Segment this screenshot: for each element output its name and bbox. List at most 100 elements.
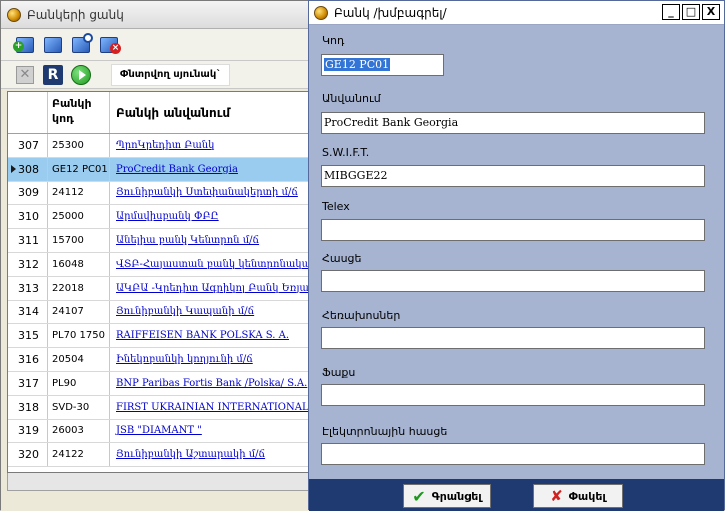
add-bank-button[interactable]: + bbox=[13, 33, 37, 57]
phones-label: Հեռախոսներ bbox=[322, 309, 401, 322]
bank-code-cell: 15700 bbox=[48, 229, 110, 252]
table-row[interactable]: 317 PL90 BNP Paribas Fortis Bank /Polska/ … bbox=[8, 371, 310, 396]
table-row[interactable]: 308 GE12 PC01 ProCredit Bank Georgia bbox=[8, 157, 310, 182]
bank-list-window: Բանկերի ցանկ + × ✕ R Փնտրվող սյունակ` Բա… bbox=[0, 0, 311, 511]
bank-name-link[interactable]: ProCredit Bank Georgia bbox=[110, 158, 310, 181]
code-field[interactable]: GE12 PC01 bbox=[321, 54, 444, 76]
row-id-cell: 307 bbox=[8, 134, 48, 157]
row-id-cell: 317 bbox=[8, 371, 48, 395]
bank-name-link[interactable]: ՊրոԿրեդիտ Բանկ bbox=[110, 134, 310, 157]
fax-field[interactable] bbox=[321, 384, 705, 406]
refresh-button[interactable]: R bbox=[41, 63, 65, 87]
bank-name-link[interactable]: Անելիա բանկ Կենտրոն մ/ճ bbox=[110, 229, 310, 252]
bank-list-title: Բանկերի ցանկ bbox=[27, 7, 124, 22]
bank-name-link[interactable]: ՎՏԲ-Հայաստան բանկ կենտրոնական bbox=[110, 253, 310, 276]
address-field[interactable] bbox=[321, 270, 705, 292]
bank-name-link[interactable]: FIRST UKRAINIAN INTERNATIONAL B bbox=[110, 396, 310, 419]
table-row[interactable]: 319 26003 JSB "DIAMANT " bbox=[8, 419, 310, 444]
table-row[interactable]: 313 22018 ԱԿԲԱ -Կրեդիտ Ագրիկոլ Բանկ Եռյա bbox=[8, 276, 310, 301]
bank-name-link[interactable]: Յունիբանկի Կապանի մ/ճ bbox=[110, 301, 310, 324]
row-id-cell: 309 bbox=[8, 181, 48, 205]
row-id-cell: 313 bbox=[8, 276, 48, 300]
bank-name-link[interactable]: JSB "DIAMANT " bbox=[110, 420, 310, 443]
bank-code-cell: 25300 bbox=[48, 134, 110, 157]
clear-filter-button[interactable]: ✕ bbox=[13, 63, 37, 87]
row-id-cell: 315 bbox=[8, 324, 48, 348]
bank-name-link[interactable]: Ինեկոբանկի կողյունի մ/ճ bbox=[110, 348, 310, 371]
delete-bank-button[interactable]: × bbox=[97, 33, 121, 57]
grid-header: Բանկի կոդ Բանկի անվանում bbox=[8, 92, 310, 134]
table-row[interactable]: 310 25000 Արմսվիսբանկ ՓԲԸ bbox=[8, 205, 310, 230]
bank-name-link[interactable]: BNP Paribas Fortis Bank /Polska/ S.A. bbox=[110, 372, 310, 395]
bank-name-link[interactable]: Յունիբանկի Աշտարակի մ/ճ bbox=[110, 443, 310, 466]
table-row[interactable]: 312 16048 ՎՏԲ-Հայաստան բանկ կենտրոնական bbox=[8, 252, 310, 277]
delete-x-icon: × bbox=[110, 42, 121, 54]
close-x-icon: ✘ bbox=[550, 487, 563, 505]
close-button[interactable]: ✘ Փակել bbox=[533, 484, 623, 508]
bank-code-cell: 26003 bbox=[48, 419, 110, 443]
run-filter-button[interactable] bbox=[69, 63, 93, 87]
bank-list-footer bbox=[1, 491, 309, 511]
app-globe-icon bbox=[7, 7, 21, 22]
minimize-button[interactable]: _ bbox=[662, 4, 680, 20]
row-id-cell: 316 bbox=[8, 348, 48, 371]
swift-field[interactable]: MIBGGE22 bbox=[321, 165, 705, 187]
code-field-value: GE12 PC01 bbox=[324, 58, 391, 71]
bank-code-cell: 25000 bbox=[48, 205, 110, 229]
name-field[interactable]: ProCredit Bank Georgia bbox=[321, 112, 705, 134]
row-id-cell: 318 bbox=[8, 395, 48, 419]
telex-field[interactable] bbox=[321, 219, 705, 241]
table-row[interactable]: 320 24122 Յունիբանկի Աշտարակի մ/ճ bbox=[8, 443, 310, 468]
row-id-cell: 319 bbox=[8, 419, 48, 443]
bank-name-link[interactable]: RAIFFEISEN BANK POLSKA S. A. bbox=[110, 324, 310, 347]
fax-label: Ֆաքս bbox=[322, 366, 356, 379]
column-header-code[interactable]: Բանկի կոդ bbox=[48, 92, 110, 133]
search-columns-button[interactable]: Փնտրվող սյունակ` bbox=[111, 63, 231, 86]
maximize-button[interactable]: □ bbox=[682, 4, 700, 20]
bank-code-cell: PL90 bbox=[48, 371, 110, 395]
plus-icon: + bbox=[13, 40, 24, 52]
bank-code-cell: PL70 1750 bbox=[48, 324, 110, 348]
bank-name-link[interactable]: Յունիբանկի Ստեփանակերտի մ/ճ bbox=[110, 182, 310, 205]
table-row[interactable]: 315 PL70 1750 RAIFFEISEN BANK POLSKA S. A. bbox=[8, 324, 310, 349]
refresh-r-icon: R bbox=[43, 64, 63, 85]
dialog-button-bar: ✔ Գրանցել ✘ Փակել bbox=[309, 479, 724, 511]
row-id-cell: 310 bbox=[8, 205, 48, 229]
table-row[interactable]: 316 20504 Ինեկոբանկի կողյունի մ/ճ bbox=[8, 348, 310, 372]
bank-code-cell: 22018 bbox=[48, 276, 110, 300]
bank-edit-dialog: Բանկ /խմբագրել/ _ □ X Կոդ GE12 PC01 Անվա… bbox=[308, 0, 725, 511]
column-header-name[interactable]: Բանկի անվանում bbox=[110, 92, 310, 133]
table-row[interactable]: 309 24112 Յունիբանկի Ստեփանակերտի մ/ճ bbox=[8, 181, 310, 206]
dialog-titlebar[interactable]: Բանկ /խմբագրել/ _ □ X bbox=[309, 1, 724, 25]
table-row[interactable]: 311 15700 Անելիա բանկ Կենտրոն մ/ճ bbox=[8, 229, 310, 253]
close-button-label: Փակել bbox=[568, 489, 606, 503]
row-id-cell: 312 bbox=[8, 252, 48, 276]
window-controls: _ □ X bbox=[662, 4, 720, 20]
bank-code-cell: 24122 bbox=[48, 443, 110, 467]
play-icon bbox=[71, 64, 91, 85]
row-id-cell: 320 bbox=[8, 443, 48, 467]
bank-list-filter-bar: ✕ R Փնտրվող սյունակ` bbox=[1, 61, 309, 89]
clear-filter-icon: ✕ bbox=[16, 65, 34, 84]
bank-code-cell: 20504 bbox=[48, 348, 110, 371]
find-bank-button[interactable] bbox=[69, 32, 93, 57]
horizontal-scrollbar[interactable] bbox=[7, 473, 311, 491]
app-globe-icon bbox=[314, 5, 328, 20]
edit-bank-button[interactable] bbox=[41, 33, 65, 57]
table-row[interactable]: 318 SVD-30 FIRST UKRAINIAN INTERNATIONAL B bbox=[8, 395, 310, 420]
bank-name-link[interactable]: ԱԿԲԱ -Կրեդիտ Ագրիկոլ Բանկ Եռյա bbox=[110, 277, 310, 300]
phones-field[interactable] bbox=[321, 327, 705, 349]
bank-list-titlebar[interactable]: Բանկերի ցանկ bbox=[1, 1, 309, 29]
bank-name-link[interactable]: Արմսվիսբանկ ՓԲԸ bbox=[110, 205, 310, 228]
table-row[interactable]: 307 25300 ՊրոԿրեդիտ Բանկ bbox=[8, 134, 310, 158]
table-row[interactable]: 314 24107 Յունիբանկի Կապանի մ/ճ bbox=[8, 300, 310, 325]
save-button[interactable]: ✔ Գրանցել bbox=[403, 484, 491, 508]
row-selector-header bbox=[8, 92, 48, 133]
row-id-cell: 308 bbox=[8, 157, 48, 181]
email-field[interactable] bbox=[321, 443, 705, 465]
magnifier-icon bbox=[83, 32, 93, 43]
bank-code-cell: 24107 bbox=[48, 300, 110, 324]
grid-body: 307 25300 ՊրոԿրեդիտ Բանկ 308 GE12 PC01 ProCre… bbox=[8, 134, 310, 468]
email-label: Էլեկտրոնային հասցե bbox=[322, 425, 448, 438]
close-window-button[interactable]: X bbox=[702, 4, 720, 20]
